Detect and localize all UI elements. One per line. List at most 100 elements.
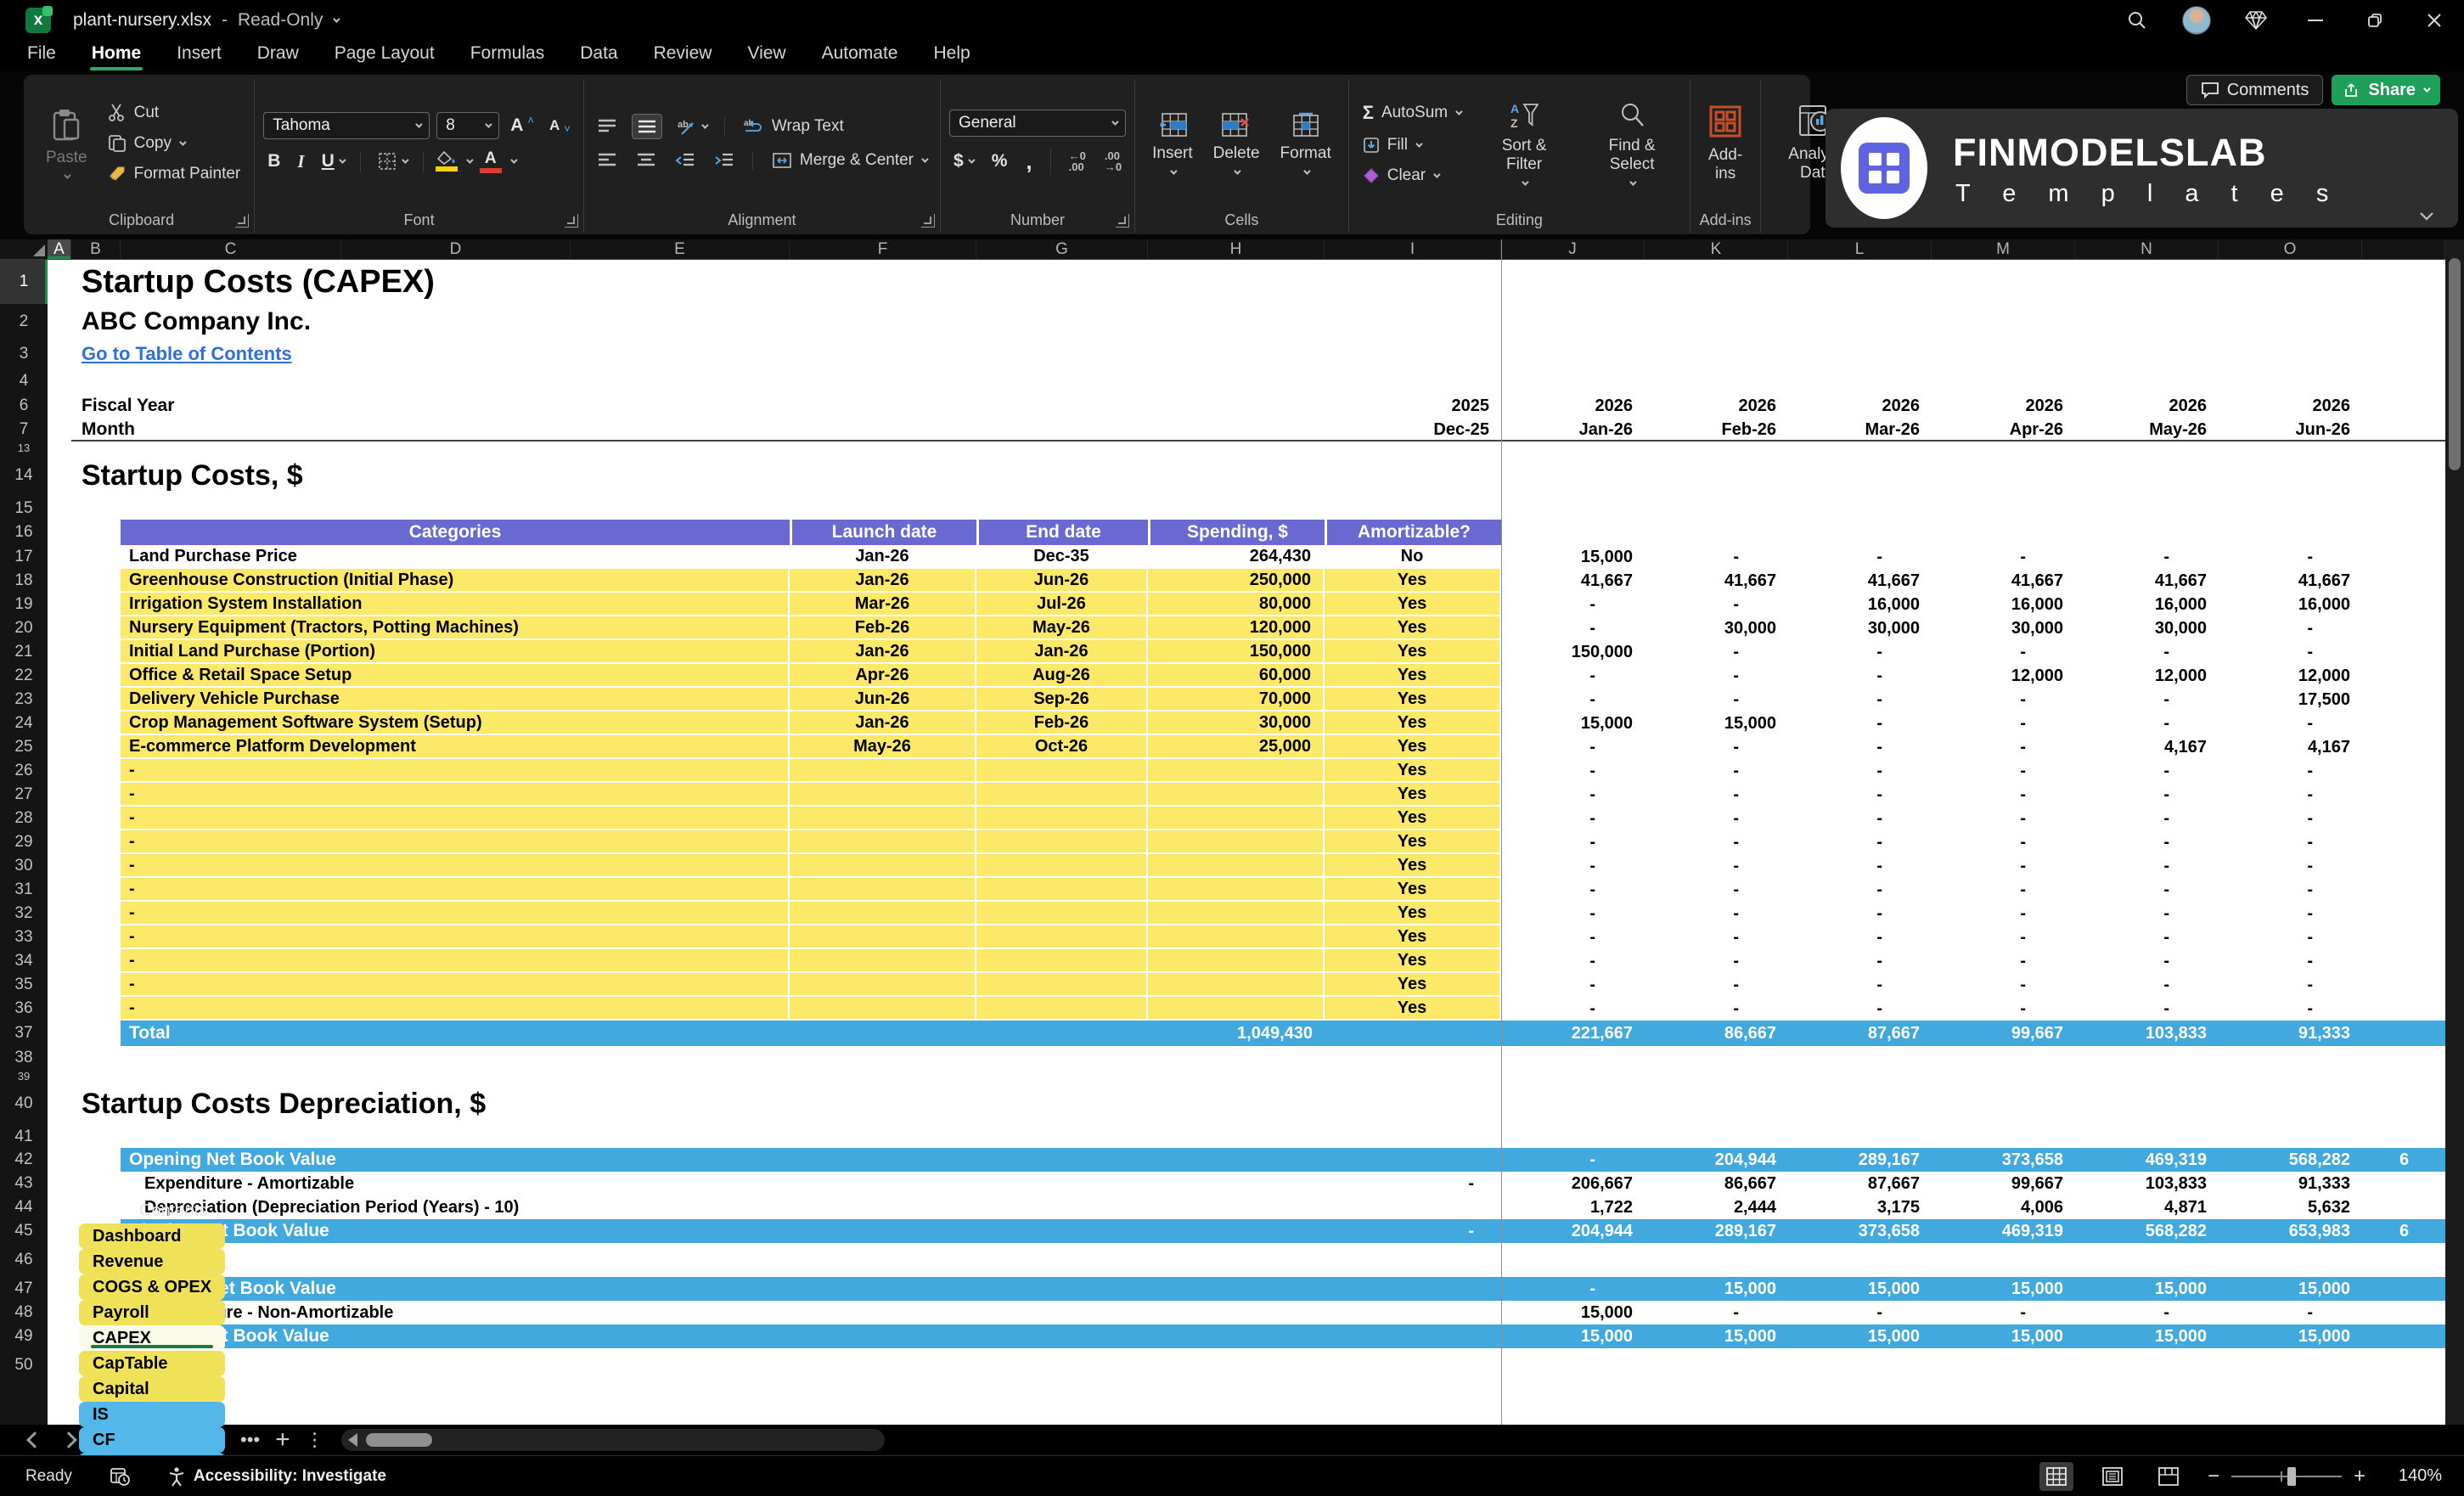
- cell-L27[interactable]: -: [1788, 783, 1932, 807]
- font-color-button[interactable]: A: [479, 150, 502, 173]
- row-header-40[interactable]: 40: [0, 1082, 48, 1126]
- cell-O29[interactable]: -: [2219, 830, 2362, 854]
- row-header-6[interactable]: 6: [0, 394, 48, 418]
- cell-P34[interactable]: [2362, 949, 2445, 973]
- insert-cells-button[interactable]: Insert: [1144, 107, 1201, 180]
- cell-C31[interactable]: -: [121, 878, 790, 902]
- paste-button[interactable]: Paste: [37, 103, 96, 184]
- cell-I44[interactable]: [1325, 1195, 1501, 1219]
- cell-G29[interactable]: [976, 830, 1148, 854]
- cell-K44[interactable]: 2,444: [1645, 1195, 1788, 1219]
- decrease-font-icon[interactable]: A ˅: [545, 112, 575, 138]
- bold-button[interactable]: B: [263, 148, 284, 175]
- cell-M26[interactable]: -: [1932, 759, 2075, 783]
- column-header-E[interactable]: E: [571, 239, 790, 259]
- cell-G26[interactable]: [976, 759, 1148, 783]
- cell-O33[interactable]: -: [2219, 925, 2362, 949]
- cell-H19[interactable]: 80,000: [1148, 593, 1325, 616]
- more-sheets-ellipsis[interactable]: •••: [240, 1429, 260, 1451]
- cell-G47[interactable]: [976, 1277, 1148, 1301]
- column-header-D[interactable]: D: [341, 239, 571, 259]
- cell-H30[interactable]: [1148, 854, 1325, 878]
- cell-N29[interactable]: -: [2075, 830, 2219, 854]
- cell-K48[interactable]: -: [1645, 1301, 1788, 1324]
- menu-tab-help[interactable]: Help: [931, 42, 971, 70]
- orientation-button[interactable]: ab: [672, 114, 711, 139]
- cell-J31[interactable]: -: [1501, 878, 1645, 902]
- cell-G31[interactable]: [976, 878, 1148, 902]
- cell-N36[interactable]: -: [2075, 997, 2219, 1021]
- cell-N18[interactable]: 41,667: [2075, 569, 2219, 593]
- cell-L26[interactable]: -: [1788, 759, 1932, 783]
- row-header-25[interactable]: 25: [0, 735, 48, 759]
- cell-M44[interactable]: 4,006: [1932, 1195, 2075, 1219]
- cell-J29[interactable]: -: [1501, 830, 1645, 854]
- cell-O42[interactable]: 568,282: [2219, 1148, 2362, 1172]
- cell-G36[interactable]: [976, 997, 1148, 1021]
- row-header-2[interactable]: 2: [0, 304, 48, 340]
- cell-C22[interactable]: Office & Retail Space Setup: [121, 664, 790, 688]
- cell-K20[interactable]: 30,000: [1645, 616, 1788, 640]
- copy-button[interactable]: Copy: [103, 131, 246, 156]
- cell-J20[interactable]: -: [1501, 616, 1645, 640]
- row-header-32[interactable]: 32: [0, 902, 48, 925]
- cell-L22[interactable]: -: [1788, 664, 1932, 688]
- cell-O45[interactable]: 653,983: [2219, 1219, 2362, 1243]
- cell-O17[interactable]: -: [2219, 545, 2362, 569]
- menu-tab-home[interactable]: Home: [89, 42, 143, 70]
- decrease-decimal-button[interactable]: .00 →0: [1100, 147, 1126, 176]
- sheet-tab-is[interactable]: IS: [79, 1402, 226, 1427]
- cell-L49[interactable]: 15,000: [1788, 1324, 1932, 1348]
- cell-N30[interactable]: -: [2075, 854, 2219, 878]
- cell-M17[interactable]: -: [1932, 545, 2075, 569]
- row-header-23[interactable]: 23: [0, 688, 48, 711]
- clear-button[interactable]: Clear: [1358, 163, 1465, 188]
- font-dialog-launcher-icon[interactable]: [564, 214, 578, 228]
- cell-O6[interactable]: 2026: [2219, 394, 2362, 418]
- row-header-15[interactable]: 15: [0, 498, 48, 520]
- close-button[interactable]: [2405, 0, 2464, 41]
- cell-G48[interactable]: [976, 1301, 1148, 1324]
- cell-M31[interactable]: -: [1932, 878, 2075, 902]
- cell-J6[interactable]: 2026: [1501, 394, 1645, 418]
- cell-I18[interactable]: Yes: [1325, 569, 1501, 593]
- menu-tab-review[interactable]: Review: [652, 42, 714, 70]
- cell-N43[interactable]: 103,833: [2075, 1172, 2219, 1195]
- cell-I32[interactable]: Yes: [1325, 902, 1501, 925]
- borders-button[interactable]: [373, 148, 411, 175]
- cell-H48[interactable]: [1148, 1301, 1325, 1324]
- menu-tab-formulas[interactable]: Formulas: [469, 42, 547, 70]
- cell-I6[interactable]: 2025: [1325, 394, 1501, 418]
- cell-G42[interactable]: [976, 1148, 1148, 1172]
- row-header-37[interactable]: 37: [0, 1021, 48, 1046]
- cell-M37[interactable]: 99,667: [1932, 1021, 2075, 1046]
- cell-J42[interactable]: -: [1501, 1148, 1645, 1172]
- cell-N21[interactable]: -: [2075, 640, 2219, 664]
- cell-G35[interactable]: [976, 973, 1148, 997]
- cell-N45[interactable]: 568,282: [2075, 1219, 2219, 1243]
- column-header-N[interactable]: N: [2075, 239, 2219, 259]
- row-header-44[interactable]: 44: [0, 1195, 48, 1219]
- cell-N7[interactable]: May-26: [2075, 418, 2219, 441]
- row-header-39[interactable]: 39: [0, 1070, 48, 1083]
- cell-J26[interactable]: -: [1501, 759, 1645, 783]
- cell-H33[interactable]: [1148, 925, 1325, 949]
- cell-F30[interactable]: [790, 854, 976, 878]
- cell-F31[interactable]: [790, 878, 976, 902]
- cell-H17[interactable]: 264,430: [1148, 545, 1325, 569]
- cell-L30[interactable]: -: [1788, 854, 1932, 878]
- cell-C25[interactable]: E-commerce Platform Development: [121, 735, 790, 759]
- cell-N44[interactable]: 4,871: [2075, 1195, 2219, 1219]
- row-header-50[interactable]: 50: [0, 1348, 48, 1382]
- share-button[interactable]: Share: [2332, 75, 2440, 105]
- cell-I30[interactable]: Yes: [1325, 854, 1501, 878]
- cell-C27[interactable]: -: [121, 783, 790, 807]
- column-header-H[interactable]: H: [1148, 239, 1325, 259]
- cell-O43[interactable]: 91,333: [2219, 1172, 2362, 1195]
- cell-I26[interactable]: Yes: [1325, 759, 1501, 783]
- vertical-scrollbar-thumb[interactable]: [2449, 258, 2461, 470]
- page-break-view-button[interactable]: [2152, 1462, 2186, 1491]
- cell-O20[interactable]: -: [2219, 616, 2362, 640]
- cell-K18[interactable]: 41,667: [1645, 569, 1788, 593]
- cell-N19[interactable]: 16,000: [2075, 593, 2219, 616]
